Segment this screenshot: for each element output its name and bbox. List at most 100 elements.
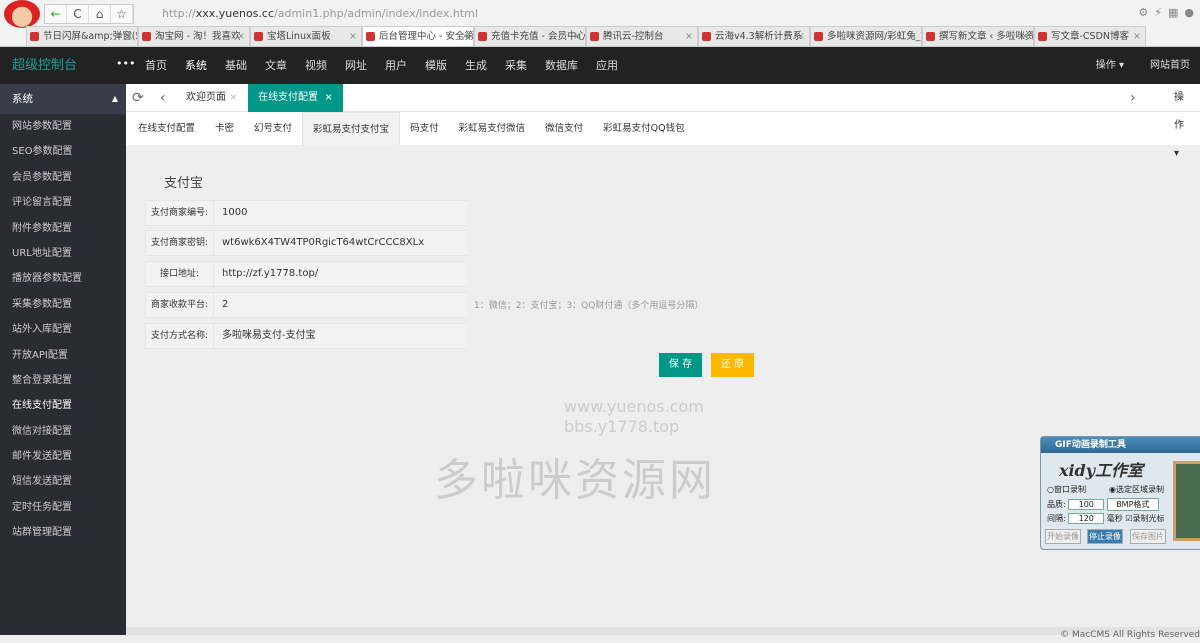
field-input[interactable]: 1000 <box>222 201 247 225</box>
sub-tab[interactable]: 在线支付配置 <box>128 112 205 145</box>
sub-tab[interactable]: 微信支付 <box>535 112 593 145</box>
sidebar-item[interactable]: 在线支付配置 <box>0 393 126 418</box>
sidebar-item[interactable]: 整合登录配置 <box>0 368 126 393</box>
tab-welcome[interactable]: 欢迎页面 × <box>176 84 248 112</box>
close-icon[interactable]: × <box>797 27 805 46</box>
close-icon[interactable]: × <box>237 27 245 46</box>
sidebar-item[interactable]: 开放API配置 <box>0 343 126 368</box>
sidebar-item[interactable]: 定时任务配置 <box>0 495 126 520</box>
sidebar-item[interactable]: URL地址配置 <box>0 241 126 266</box>
menu-item[interactable]: 系统 <box>176 47 216 87</box>
menu-item[interactable]: 网址 <box>336 47 376 87</box>
sidebar-item[interactable]: 会员参数配置 <box>0 165 126 190</box>
ops-dropdown[interactable]: 操作 ▾ <box>1096 47 1124 84</box>
save-button[interactable]: 保 存 <box>659 353 702 377</box>
more-icon[interactable]: ••• <box>116 47 135 81</box>
sidebar-item[interactable]: SEO参数配置 <box>0 139 126 164</box>
browser-tab[interactable]: 写文章-CSDN博客 × <box>1034 26 1146 46</box>
close-icon[interactable]: × <box>229 92 237 103</box>
extension-icon[interactable]: ⚡ <box>1154 6 1162 19</box>
address-bar[interactable]: http://xxx.yuenos.cc/admin1.php/admin/in… <box>132 4 1072 24</box>
format-select[interactable]: BMP格式 <box>1106 498 1159 511</box>
close-icon[interactable]: × <box>349 27 357 46</box>
reset-button[interactable]: 还 原 <box>711 353 754 377</box>
close-icon[interactable]: × <box>573 27 581 46</box>
sub-tab[interactable]: 幻号支付 <box>244 112 302 145</box>
sub-tab[interactable]: 彩虹易支付支付宝 <box>302 112 401 145</box>
menu-item[interactable]: 基础 <box>216 47 256 87</box>
nav-button[interactable]: ← <box>45 5 67 23</box>
stop-record-button[interactable]: 停止录像 <box>1087 529 1123 544</box>
menu-item[interactable]: 用户 <box>376 47 416 87</box>
menu-item[interactable]: 文章 <box>256 47 296 87</box>
sidebar-item[interactable]: 微信对接配置 <box>0 419 126 444</box>
menu-item[interactable]: 模版 <box>416 47 456 87</box>
close-icon[interactable]: × <box>685 27 693 46</box>
browser-tab[interactable]: 后台管理中心 - 安全第 × <box>362 26 474 46</box>
chevron-right-icon[interactable]: › <box>1130 84 1136 112</box>
refresh-icon[interactable]: ⟳ <box>132 84 144 112</box>
cursor-checkbox[interactable]: ☑ <box>1125 514 1132 523</box>
browser-tab[interactable]: 撰写新文章 ‹ 多啦咪资 × <box>922 26 1034 46</box>
menu-item[interactable]: 首页 <box>136 47 176 87</box>
sub-tab[interactable]: 彩虹易支付微信 <box>449 112 536 145</box>
sidebar-title[interactable]: 系统 ▲ <box>0 84 126 114</box>
browser-tab[interactable]: 腾讯云-控制台 × <box>586 26 698 46</box>
close-icon[interactable]: × <box>125 27 133 46</box>
sidebar-item[interactable]: 播放器参数配置 <box>0 266 126 291</box>
sidebar-item[interactable]: 网站参数配置 <box>0 114 126 139</box>
sidebar-item[interactable]: 邮件发送配置 <box>0 444 126 469</box>
menu-item[interactable]: 数据库 <box>536 47 587 87</box>
nav-button[interactable]: ⌂ <box>89 5 111 23</box>
nav-button[interactable]: C <box>67 5 89 23</box>
menu-item[interactable]: 生成 <box>456 47 496 87</box>
site-home-link[interactable]: 网站首页 <box>1150 47 1190 84</box>
sidebar-item[interactable]: 站群管理配置 <box>0 520 126 545</box>
page-ops-dropdown[interactable]: 操作 ▾ <box>1164 84 1200 159</box>
extension-icon[interactable]: ● <box>1184 6 1194 19</box>
sub-tab[interactable]: 码支付 <box>400 112 449 145</box>
chevron-left-icon[interactable]: ‹ <box>160 84 166 112</box>
browser-tab[interactable]: 宝塔Linux面板 × <box>250 26 362 46</box>
close-icon[interactable]: × <box>1133 27 1141 46</box>
menu-item[interactable]: 应用 <box>587 47 627 87</box>
browser-tab[interactable]: 云海v4.3解析计费系 × <box>698 26 810 46</box>
close-icon[interactable]: × <box>1021 27 1029 46</box>
tab-online-payment[interactable]: 在线支付配置 × <box>248 84 343 112</box>
extension-icon[interactable]: ▦ <box>1168 6 1178 19</box>
start-record-button[interactable]: 开始录像 <box>1045 529 1081 544</box>
close-icon[interactable]: × <box>324 92 332 103</box>
sidebar-item[interactable]: 附件参数配置 <box>0 216 126 241</box>
interval-input[interactable]: 120 <box>1068 513 1105 524</box>
save-image-button[interactable]: 保存图片 <box>1130 529 1166 544</box>
sidebar-item[interactable]: 评论留言配置 <box>0 190 126 215</box>
browser-tab[interactable]: 节日闪屏&amp;弹窗(5(× <box>26 26 138 46</box>
close-icon[interactable]: × <box>461 27 469 46</box>
user-avatar[interactable] <box>4 0 40 28</box>
field-input[interactable]: 2 <box>222 293 228 317</box>
quality-input[interactable]: 100 <box>1068 499 1105 510</box>
sub-tab[interactable]: 彩虹易支付QQ钱包 <box>593 112 694 145</box>
sub-tab[interactable]: 卡密 <box>205 112 244 145</box>
sidebar-item[interactable]: 站外入库配置 <box>0 317 126 342</box>
field-input[interactable]: wt6wk6X4TW4TP0RgicT64wtCrCCC8XLx <box>222 231 424 255</box>
menu-item[interactable]: 视频 <box>296 47 336 87</box>
menu-item[interactable]: 采集 <box>496 47 536 87</box>
brand[interactable]: 超级控制台 <box>12 47 77 84</box>
nav-button[interactable]: ☆ <box>111 5 133 23</box>
sub-tabs: 在线支付配置 卡密 幻号支付 彩虹易支付支付宝 码支付 彩虹易支付微信 微信支付 彩虹易支付Q… <box>126 112 1200 145</box>
sidebar-item[interactable]: 采集参数配置 <box>0 292 126 317</box>
browser-tab[interactable]: 多啦咪资源网/彩虹免_Y × <box>810 26 922 46</box>
region-record-radio[interactable]: ◉选定区域录制 <box>1109 484 1164 495</box>
close-icon[interactable]: × <box>909 27 917 46</box>
sidebar-item[interactable]: 短信发送配置 <box>0 469 126 494</box>
url-host: xxx.yuenos.cc <box>195 7 275 20</box>
window-record-radio[interactable]: ○窗口录制 <box>1047 484 1086 495</box>
field-input[interactable]: 多啦咪易支付-支付宝 <box>222 324 316 348</box>
top-menu: 首页 系统 基础 文章 视频 网址 用户 模版 生成 采集 数据库 应用 <box>136 47 627 87</box>
browser-tab[interactable]: 淘宝网 - 淘！我喜欢 × <box>138 26 250 46</box>
browser-tab[interactable]: 充值卡充值 - 会员中心 × <box>474 26 586 46</box>
extension-icon[interactable]: ⚙ <box>1138 6 1148 19</box>
field-input[interactable]: http://zf.y1778.top/ <box>222 262 318 286</box>
gif-title[interactable]: GIF动画录制工具 <box>1041 437 1200 453</box>
